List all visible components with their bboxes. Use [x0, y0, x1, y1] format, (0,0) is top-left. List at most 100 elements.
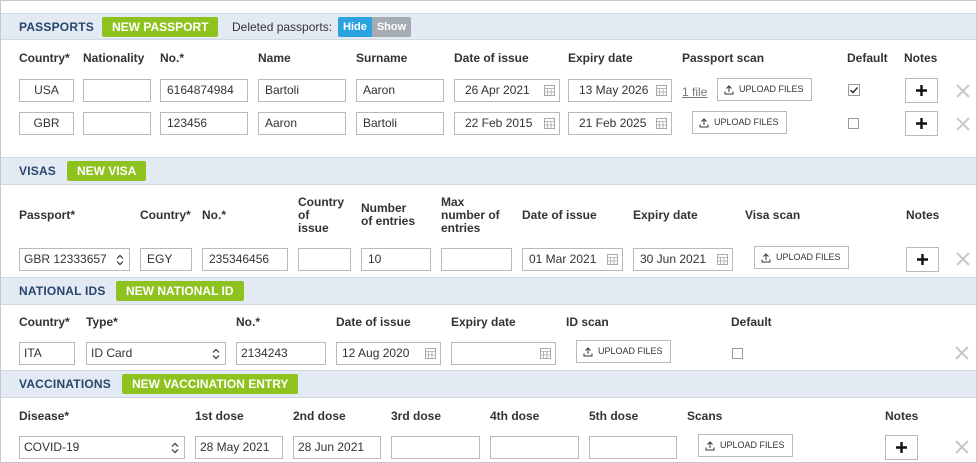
visa-number-field[interactable]: 235346456 [202, 248, 288, 271]
close-icon[interactable] [956, 252, 970, 266]
calendar-icon[interactable] [425, 348, 436, 359]
chevron-updown-icon [212, 348, 220, 360]
national-ids-title: NATIONAL IDS [19, 284, 106, 298]
visa-passport-select[interactable]: GBR 12333657 [19, 248, 130, 271]
chevron-updown-icon [171, 442, 179, 454]
close-icon[interactable] [955, 440, 969, 454]
vaccination-dose4-field[interactable] [490, 436, 579, 459]
col-max-entries: Max number of entries [441, 196, 500, 235]
close-icon[interactable] [956, 84, 970, 98]
date-value: 22 Feb 2015 [465, 116, 533, 130]
vaccinations-header: VACCINATIONS NEW VACCINATION ENTRY [1, 370, 976, 398]
toggle-show-option[interactable]: Show [371, 16, 412, 37]
passports-header: PASSPORTS NEW PASSPORT Deleted passports… [1, 13, 976, 40]
col-nationality: Nationality [83, 51, 145, 65]
visa-max-entries-field[interactable] [441, 248, 512, 271]
upload-label: UPLOAD FILES [720, 440, 785, 450]
passport-country-field[interactable]: USA [19, 79, 74, 102]
vaccination-disease-select[interactable]: COVID-19 [19, 436, 185, 459]
col-type: Type* [86, 315, 118, 329]
col-notes: Notes [885, 409, 919, 423]
passport-files-link[interactable]: 1 file [682, 85, 707, 99]
visa-country-field[interactable]: EGY [140, 248, 192, 271]
col-dose1: 1st dose [195, 409, 244, 423]
deleted-passports-toggle[interactable]: Hide Show [338, 16, 412, 37]
select-value: COVID-19 [24, 440, 80, 454]
national-id-type-select[interactable]: ID Card [86, 342, 226, 365]
col-expiry-date: Expiry date [568, 51, 633, 65]
calendar-icon[interactable] [607, 254, 618, 265]
calendar-icon[interactable] [656, 85, 667, 96]
visa-expiry-date-field[interactable]: 30 Jun 2021 [633, 248, 733, 271]
plus-icon [916, 118, 927, 129]
calendar-icon[interactable] [717, 254, 728, 265]
upload-files-button[interactable]: UPLOAD FILES [698, 434, 793, 457]
add-note-button[interactable] [885, 435, 918, 460]
visa-date-of-issue-field[interactable]: 01 Mar 2021 [522, 248, 623, 271]
col-country: Country* [140, 208, 191, 222]
vaccination-dose2-field[interactable]: 28 Jun 2021 [293, 436, 381, 459]
col-dose3: 3rd dose [391, 409, 442, 423]
passport-country-field[interactable]: GBR [19, 112, 74, 135]
passport-number-field[interactable]: 6164874984 [160, 79, 248, 102]
default-checkbox-checked[interactable] [848, 84, 860, 96]
close-icon[interactable] [955, 346, 969, 360]
add-note-button[interactable] [905, 111, 938, 136]
date-value: 12 Aug 2020 [342, 346, 410, 360]
label-line: issue [298, 221, 329, 235]
calendar-icon[interactable] [540, 348, 551, 359]
passport-name-field[interactable]: Aaron [258, 112, 346, 135]
national-id-expiry-date-field[interactable] [451, 342, 556, 365]
national-id-number-field[interactable]: 2134243 [236, 342, 326, 365]
passport-nationality-field[interactable] [83, 79, 151, 102]
upload-icon [761, 252, 771, 262]
upload-icon [724, 84, 734, 94]
passport-date-of-issue-field[interactable]: 26 Apr 2021 [454, 79, 560, 102]
vaccination-dose3-field[interactable] [391, 436, 480, 459]
passports-title: PASSPORTS [19, 19, 94, 34]
passport-expiry-date-field[interactable]: 13 May 2026 [568, 79, 672, 102]
visa-number-of-entries-field[interactable]: 10 [361, 248, 431, 271]
new-national-id-button[interactable]: NEW NATIONAL ID [116, 281, 244, 301]
col-country: Country* [19, 51, 70, 65]
deleted-passports-label: Deleted passports: [232, 19, 333, 34]
upload-files-button[interactable]: UPLOAD FILES [754, 246, 849, 269]
calendar-icon[interactable] [656, 118, 667, 129]
visa-country-of-issue-field[interactable] [298, 248, 351, 271]
vaccination-dose5-field[interactable] [589, 436, 677, 459]
new-visa-button[interactable]: NEW VISA [67, 161, 147, 181]
default-checkbox[interactable] [848, 118, 859, 129]
national-id-date-of-issue-field[interactable]: 12 Aug 2020 [336, 342, 441, 365]
toggle-hide-option[interactable]: Hide [338, 16, 372, 37]
upload-files-button[interactable]: UPLOAD FILES [717, 78, 812, 101]
add-note-button[interactable] [906, 247, 939, 272]
passport-surname-field[interactable]: Bartoli [356, 112, 444, 135]
col-passport: Passport* [19, 208, 76, 222]
col-number: No.* [160, 51, 184, 65]
passport-surname-field[interactable]: Aaron [356, 79, 444, 102]
calendar-icon[interactable] [544, 85, 555, 96]
passport-nationality-field[interactable] [83, 112, 151, 135]
upload-icon [583, 346, 593, 356]
new-vaccination-entry-button[interactable]: NEW VACCINATION ENTRY [122, 374, 299, 394]
col-scans: Scans [687, 409, 723, 423]
upload-label: UPLOAD FILES [739, 84, 804, 94]
passport-number-field[interactable]: 123456 [160, 112, 248, 135]
passport-date-of-issue-field[interactable]: 22 Feb 2015 [454, 112, 560, 135]
vaccination-dose1-field[interactable]: 28 May 2021 [195, 436, 283, 459]
new-passport-button[interactable]: NEW PASSPORT [102, 16, 219, 37]
default-checkbox[interactable] [732, 348, 743, 359]
passport-name-field[interactable]: Bartoli [258, 79, 346, 102]
add-note-button[interactable] [905, 78, 938, 103]
passport-expiry-date-field[interactable]: 21 Feb 2025 [568, 112, 672, 135]
close-icon[interactable] [956, 117, 970, 131]
calendar-icon[interactable] [544, 118, 555, 129]
upload-files-button[interactable]: UPLOAD FILES [576, 340, 671, 363]
col-date-of-issue: Date of issue [522, 208, 597, 222]
upload-files-button[interactable]: UPLOAD FILES [692, 111, 787, 134]
col-name: Name [258, 51, 291, 65]
national-id-country-field[interactable]: ITA [19, 342, 75, 365]
plus-icon [916, 85, 927, 96]
visas-header: VISAS NEW VISA [1, 157, 976, 185]
date-value: 01 Mar 2021 [529, 252, 597, 266]
